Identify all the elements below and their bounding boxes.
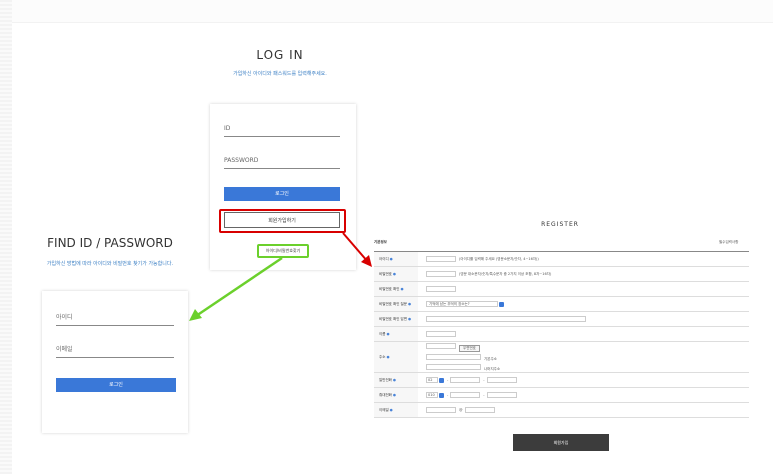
red-arrow-line <box>342 232 369 263</box>
green-arrow-line <box>195 256 283 318</box>
annotation-arrows <box>189 232 372 321</box>
green-arrow-head-icon <box>189 309 202 321</box>
